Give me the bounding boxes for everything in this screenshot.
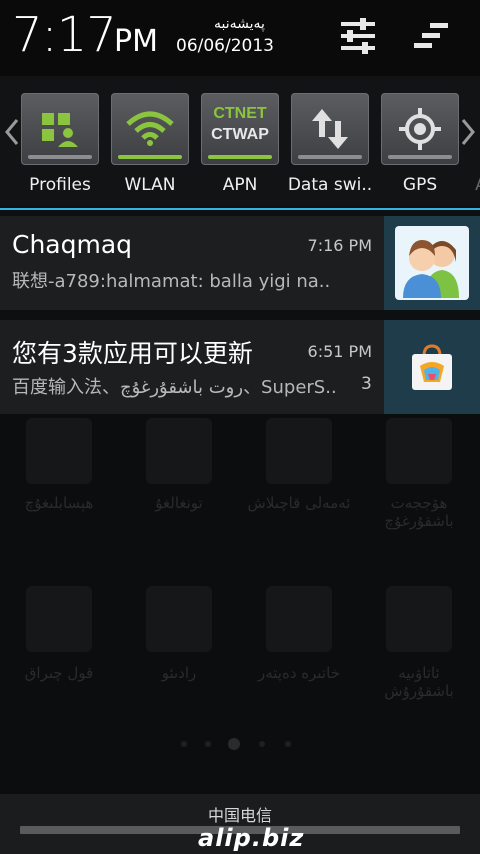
ghost-app-label: ئاتاۋىيە باشقۇرۇش <box>384 664 454 700</box>
clock-time: 7:17 <box>12 7 117 63</box>
notification-title: 您有3款应用可以更新 <box>12 339 253 368</box>
notification-count: 3 <box>361 374 372 394</box>
toggle-state-bar <box>298 155 362 159</box>
contacts-avatar-icon <box>395 226 469 300</box>
ghost-app-icon <box>146 586 212 652</box>
gps-icon <box>399 108 441 150</box>
ghost-app-label: رادىئو <box>161 664 197 682</box>
notification-text: 联想-a789:halmamat: balla yigi na.. <box>12 271 331 292</box>
notification-title: Chaqmaq <box>12 230 133 259</box>
toggle-wlan[interactable] <box>111 93 189 165</box>
toggle-data-switch[interactable] <box>291 93 369 165</box>
toggle-label: Data swi.. <box>287 175 373 195</box>
toggle-gps[interactable] <box>381 93 459 165</box>
chevron-right-icon <box>461 119 475 145</box>
ghost-app-icon <box>266 586 332 652</box>
ghost-app-icon <box>266 418 332 484</box>
sliders-icon <box>341 18 375 54</box>
toggle-label: GPS <box>402 175 438 195</box>
divider-accent <box>0 208 480 210</box>
notification-icon-box[interactable] <box>384 320 480 414</box>
toggle-state-bar <box>388 155 452 159</box>
settings-sliders-button[interactable] <box>332 10 384 62</box>
scroll-right-button[interactable] <box>458 110 478 154</box>
ghost-app-icon <box>146 418 212 484</box>
page-dots-icon <box>181 738 291 750</box>
clear-all-icon <box>414 23 448 48</box>
carrier-label: 中国电信 <box>207 806 272 825</box>
clear-notifications-button[interactable] <box>404 10 456 62</box>
toggle-apn[interactable]: CTNET CTWAP <box>201 93 279 165</box>
date-label: 06/06/2013 <box>176 36 274 56</box>
chevron-left-icon <box>5 119 19 145</box>
toggle-label: Profiles <box>29 175 91 195</box>
notification-text: 百度输入法、روت باشقۇرغۇچ、SuperS.. <box>12 377 337 398</box>
clock-ampm: PM <box>114 24 158 59</box>
data-switch-icon <box>312 109 348 149</box>
ghost-app-label: خاتىرە دەپتەر <box>258 664 340 682</box>
ghost-app-icon <box>386 418 452 484</box>
ghost-app-label: تونغالغۇ <box>155 494 203 512</box>
ghost-app-label: قول چىراق <box>24 664 94 682</box>
notification-icon-box[interactable] <box>384 216 480 310</box>
toggle-label: WLAN <box>124 175 176 195</box>
wifi-icon <box>126 111 174 146</box>
notification-time: 7:16 PM <box>307 236 372 255</box>
watermark-text: alip.biz <box>198 824 305 852</box>
toggle-state-bar <box>208 155 272 159</box>
toggle-state-bar <box>28 155 92 159</box>
apn-line1: CTNET <box>213 105 267 122</box>
profiles-icon <box>42 113 78 147</box>
toggle-state-bar <box>118 155 182 159</box>
scroll-left-button[interactable] <box>2 110 22 154</box>
quick-toggles-panel: Profiles WLAN CTNET CTWAP APN Data swi.. <box>0 76 480 206</box>
toggle-profiles[interactable] <box>21 93 99 165</box>
page-indicator <box>176 736 304 750</box>
ghost-app-label: ھېسابلىغۇچ <box>24 494 94 512</box>
toggle-label: APN <box>222 175 258 195</box>
day-name: پەيشەنبە <box>214 16 265 32</box>
ghost-app-label: ھۆججەت باشقۇرغۇچ <box>384 494 454 530</box>
apn-icon: CTNET CTWAP <box>211 104 269 146</box>
ghost-app-icon <box>26 586 92 652</box>
notification-time: 6:51 PM <box>307 342 372 361</box>
ghost-app-label: ئەمەلى قاچىلاش <box>247 494 351 512</box>
apn-line2: CTWAP <box>211 126 269 143</box>
ghost-app-icon <box>26 418 92 484</box>
app-store-bag-icon <box>412 344 452 390</box>
toggle-label-partial: A <box>471 175 480 195</box>
ghost-app-icon <box>386 586 452 652</box>
